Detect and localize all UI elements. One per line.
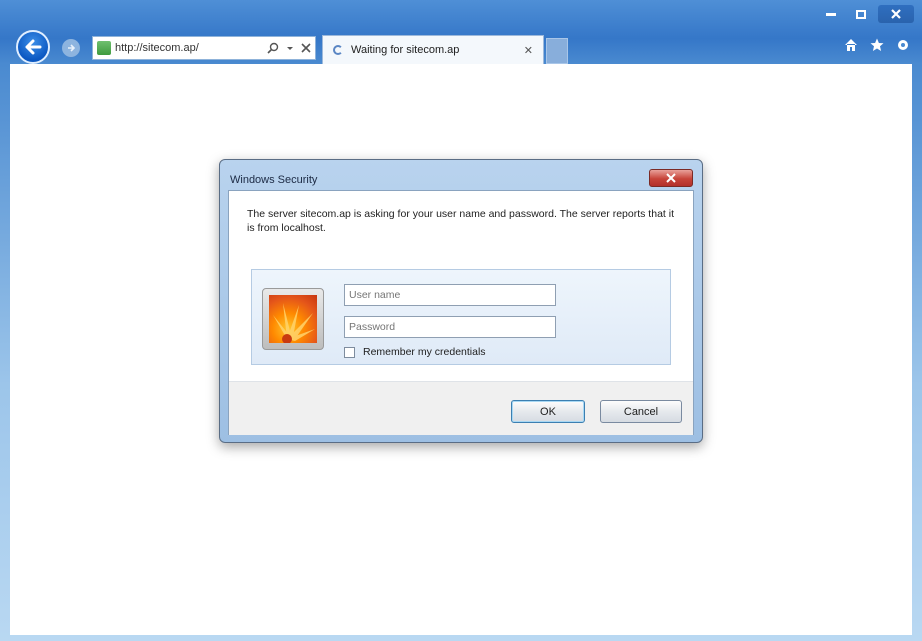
remember-credentials-row[interactable]: Remember my credentials <box>344 346 486 358</box>
remember-label: Remember my credentials <box>363 346 486 358</box>
forward-arrow-icon <box>68 44 76 52</box>
forward-button[interactable] <box>62 39 80 57</box>
remember-checkbox[interactable] <box>344 346 355 358</box>
stop-icon[interactable] <box>301 42 311 54</box>
ok-button[interactable]: OK <box>511 400 585 423</box>
window-controls <box>818 5 914 23</box>
dropdown-arrow-icon[interactable] <box>286 42 294 54</box>
tab-active[interactable]: Waiting for sitecom.ap ✕ <box>322 35 544 64</box>
dialog-message: The server sitecom.ap is asking for your… <box>247 208 674 234</box>
close-icon <box>891 9 901 19</box>
username-input[interactable] <box>344 284 556 306</box>
new-tab-button[interactable] <box>546 38 568 64</box>
dialog-footer: OK Cancel <box>229 381 693 435</box>
favorites-star-icon[interactable] <box>870 38 884 52</box>
back-arrow-icon <box>25 39 42 55</box>
tab-title: Waiting for sitecom.ap <box>351 44 460 56</box>
user-avatar <box>262 288 324 350</box>
tools-gear-icon[interactable] <box>896 38 910 52</box>
address-url[interactable]: http://sitecom.ap/ <box>115 42 263 54</box>
address-controls <box>267 42 315 54</box>
search-icon[interactable] <box>267 42 279 54</box>
cancel-button[interactable]: Cancel <box>600 400 682 423</box>
minimize-button[interactable] <box>818 5 844 23</box>
maximize-button[interactable] <box>848 5 874 23</box>
dialog-body: The server sitecom.ap is asking for your… <box>228 190 694 435</box>
password-input[interactable] <box>344 316 556 338</box>
toolbar-icons <box>844 38 910 52</box>
address-bar[interactable]: http://sitecom.ap/ <box>92 36 316 60</box>
credential-panel: Remember my credentials <box>251 269 671 365</box>
tab-close-icon[interactable]: ✕ <box>524 44 533 57</box>
flower-icon <box>269 295 317 343</box>
close-window-button[interactable] <box>878 5 914 23</box>
minimize-icon <box>826 13 836 16</box>
loading-spinner-icon <box>333 45 343 55</box>
windows-security-dialog: Windows Security The server sitecom.ap i… <box>219 159 703 443</box>
dialog-title: Windows Security <box>230 174 318 186</box>
home-icon[interactable] <box>844 38 858 52</box>
page-icon <box>97 41 111 55</box>
back-button[interactable] <box>16 30 50 64</box>
maximize-icon <box>856 9 866 19</box>
browser-window: http://sitecom.ap/ Waiting for sitecom.a… <box>0 0 922 641</box>
dialog-close-button[interactable] <box>649 169 693 187</box>
title-bar: http://sitecom.ap/ Waiting for sitecom.a… <box>0 0 922 64</box>
close-icon <box>666 173 676 183</box>
